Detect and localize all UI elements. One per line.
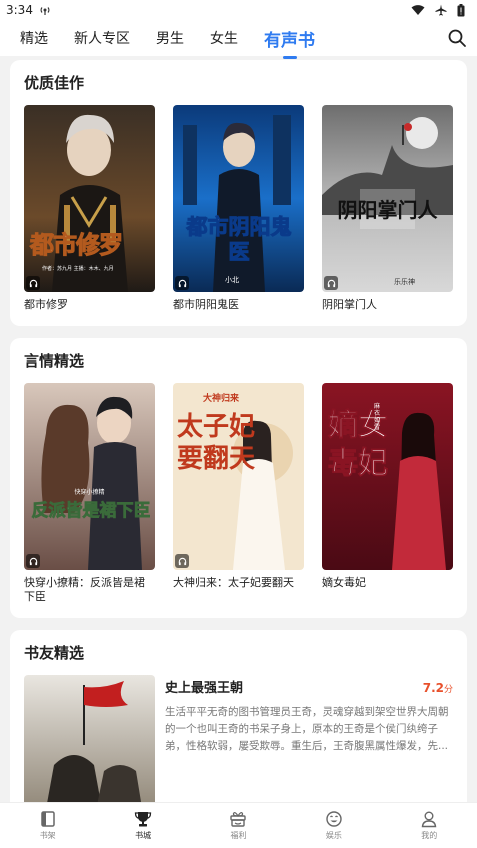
nav-label: 娱乐	[325, 831, 342, 840]
cover-subtitle: 快穿小撩精	[74, 489, 105, 496]
book-cover[interactable]: 嫡女毒妃 麻衣如雪	[322, 383, 453, 570]
nav-welfare[interactable]: 福利	[208, 810, 268, 841]
nav-label: 书架	[39, 831, 56, 840]
score-value: 7.2	[422, 681, 444, 695]
cover-title: 反派皆是裙下臣	[31, 501, 151, 522]
cover-title: 都市阴阳鬼医	[186, 215, 292, 265]
book-cover[interactable]: 反派皆是裙下臣 快穿小撩精	[24, 383, 155, 570]
headphone-icon	[26, 276, 40, 290]
status-time: 3:34	[6, 3, 33, 17]
cover-title: 阴阳掌门人	[337, 198, 438, 222]
featured-book-title[interactable]: 史上最强王朝	[165, 677, 243, 696]
wifi-icon	[411, 5, 425, 15]
book-title[interactable]: 嫡女毒妃	[322, 576, 453, 590]
cover-subtitle: 小北	[225, 276, 239, 284]
headphone-icon	[26, 554, 40, 568]
wireless-icon	[40, 7, 50, 15]
tab-newcomer[interactable]: 新人专区	[74, 28, 130, 48]
battery-icon	[457, 3, 465, 16]
book-cover[interactable]: 都市修罗 作者：苏九月 主播：木木、九月	[24, 105, 155, 292]
book-title[interactable]: 都市修罗	[24, 298, 155, 312]
trophy-icon	[134, 812, 152, 827]
book-title[interactable]: 大神归来：太子妃要翻天	[173, 576, 304, 590]
tab-female[interactable]: 女生	[210, 28, 238, 48]
cover-title: 嫡女毒妃	[328, 408, 389, 482]
cover-title: 太子妃要翻天	[177, 412, 256, 474]
nav-bookstore[interactable]: 书城	[113, 810, 173, 841]
book-item[interactable]: 嫡女毒妃 麻衣如雪 嫡女毒妃	[322, 383, 453, 604]
search-icon[interactable]	[447, 28, 467, 48]
tab-audiobook[interactable]: 有声书	[264, 26, 315, 51]
headphone-icon	[324, 276, 338, 290]
bookshelf-icon	[40, 811, 55, 827]
book-title[interactable]: 快穿小撩精：反派皆是裙下臣	[24, 576, 155, 604]
airplane-icon	[435, 4, 447, 16]
featured-book-description: 生活平平无奇的图书管理员王奇，灵魂穿越到架空世界大周朝的一个也叫王奇的书呆子身上…	[165, 706, 449, 752]
cover-subtitle: 乐乐神	[394, 278, 415, 286]
tab-male[interactable]: 男生	[156, 28, 184, 48]
section-title: 言情精选	[24, 352, 85, 370]
book-cover[interactable]: 阴阳掌门人 乐乐神	[322, 105, 453, 292]
book-item[interactable]: 都市阴阳鬼医 小北 都市阴阳鬼医	[173, 105, 304, 312]
status-bar: 3:34	[0, 0, 477, 20]
section-quality-works: 优质佳作 都市修罗 作者：苏九月 主播：木木、九月 都市修罗 都市阴阳鬼医 小北…	[10, 60, 467, 326]
cover-subtitle: 大神归来	[203, 394, 240, 404]
nav-profile[interactable]: 我的	[399, 810, 459, 841]
featured-book[interactable]: 史上最强王朝 7.2分 生活平平无奇的图书管理员王奇，灵魂穿越到架空世界大周朝的…	[24, 675, 453, 802]
book-cover[interactable]: 太子妃要翻天 大神归来	[173, 383, 304, 570]
cover-subtitle: 作者：苏九月 主播：木木、九月	[42, 266, 114, 272]
book-cover[interactable]: 都市阴阳鬼医 小北	[173, 105, 304, 292]
rating-score: 7.2分	[423, 681, 453, 695]
book-title[interactable]: 都市阴阳鬼医	[173, 298, 304, 312]
nav-label: 书城	[135, 831, 152, 840]
cover-title: 都市修罗	[30, 231, 124, 260]
main-content[interactable]: 优质佳作 都市修罗 作者：苏九月 主播：木木、九月 都市修罗 都市阴阳鬼医 小北…	[0, 56, 477, 802]
smile-icon	[326, 811, 342, 827]
score-unit: 分	[443, 685, 453, 695]
gift-icon	[230, 812, 247, 827]
section-romance-picks: 言情精选 反派皆是裙下臣 快穿小撩精 快穿小撩精：反派皆是裙下臣 太子妃要翻天 …	[10, 338, 467, 618]
headphone-icon	[175, 276, 189, 290]
section-title: 书友精选	[24, 644, 85, 662]
book-title[interactable]: 阴阳掌门人	[322, 298, 453, 312]
cover-subtitle: 麻衣如雪	[374, 403, 381, 431]
nav-label: 福利	[230, 831, 247, 840]
headphone-icon	[175, 554, 189, 568]
section-reader-picks: 书友精选 史上最强王朝 7.2分 生活平平无奇的图书管理员王奇，灵魂穿越到架空世…	[10, 630, 467, 802]
book-item[interactable]: 反派皆是裙下臣 快穿小撩精 快穿小撩精：反派皆是裙下臣	[24, 383, 155, 604]
nav-entertainment[interactable]: 娱乐	[304, 810, 364, 841]
bottom-navigation: 书架 书城 福利 娱乐 我的	[0, 802, 477, 848]
user-icon	[421, 811, 437, 828]
nav-label: 我的	[421, 831, 438, 840]
nav-bookshelf[interactable]: 书架	[18, 810, 78, 841]
book-item[interactable]: 太子妃要翻天 大神归来 大神归来：太子妃要翻天	[173, 383, 304, 604]
tab-featured[interactable]: 精选	[20, 28, 48, 48]
book-item[interactable]: 都市修罗 作者：苏九月 主播：木木、九月 都市修罗	[24, 105, 155, 312]
top-tab-bar: 精选 新人专区 男生 女生 有声书	[0, 20, 477, 56]
book-cover[interactable]	[24, 675, 155, 802]
section-title: 优质佳作	[24, 74, 85, 92]
book-item[interactable]: 阴阳掌门人 乐乐神 阴阳掌门人	[322, 105, 453, 312]
